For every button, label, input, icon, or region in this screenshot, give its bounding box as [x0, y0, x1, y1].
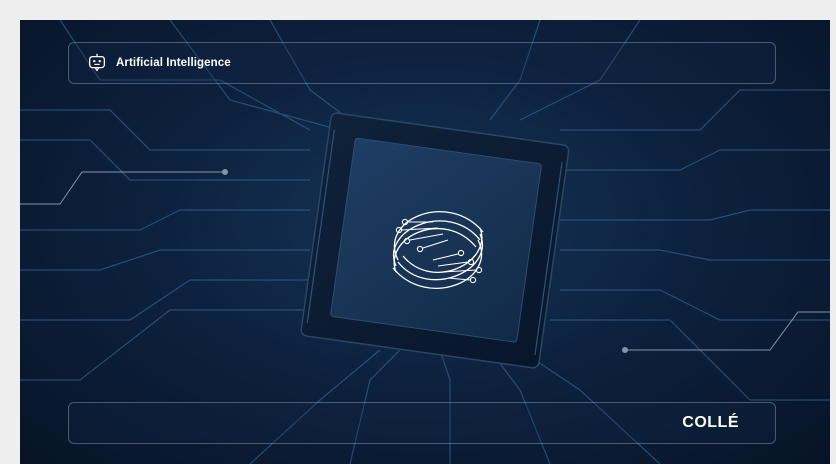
header-bar: Artificial Intelligence [68, 42, 776, 84]
circuit-background [20, 20, 830, 464]
slide-frame: Artificial Intelligence COLLÉ [0, 0, 836, 464]
brand-logo: COLLÉ [682, 414, 739, 431]
slide-canvas: Artificial Intelligence COLLÉ [20, 20, 830, 464]
chip [300, 112, 570, 369]
robot-chat-icon [89, 53, 105, 72]
page-title: Artificial Intelligence [116, 57, 231, 69]
footer-bar: COLLÉ [68, 402, 776, 444]
